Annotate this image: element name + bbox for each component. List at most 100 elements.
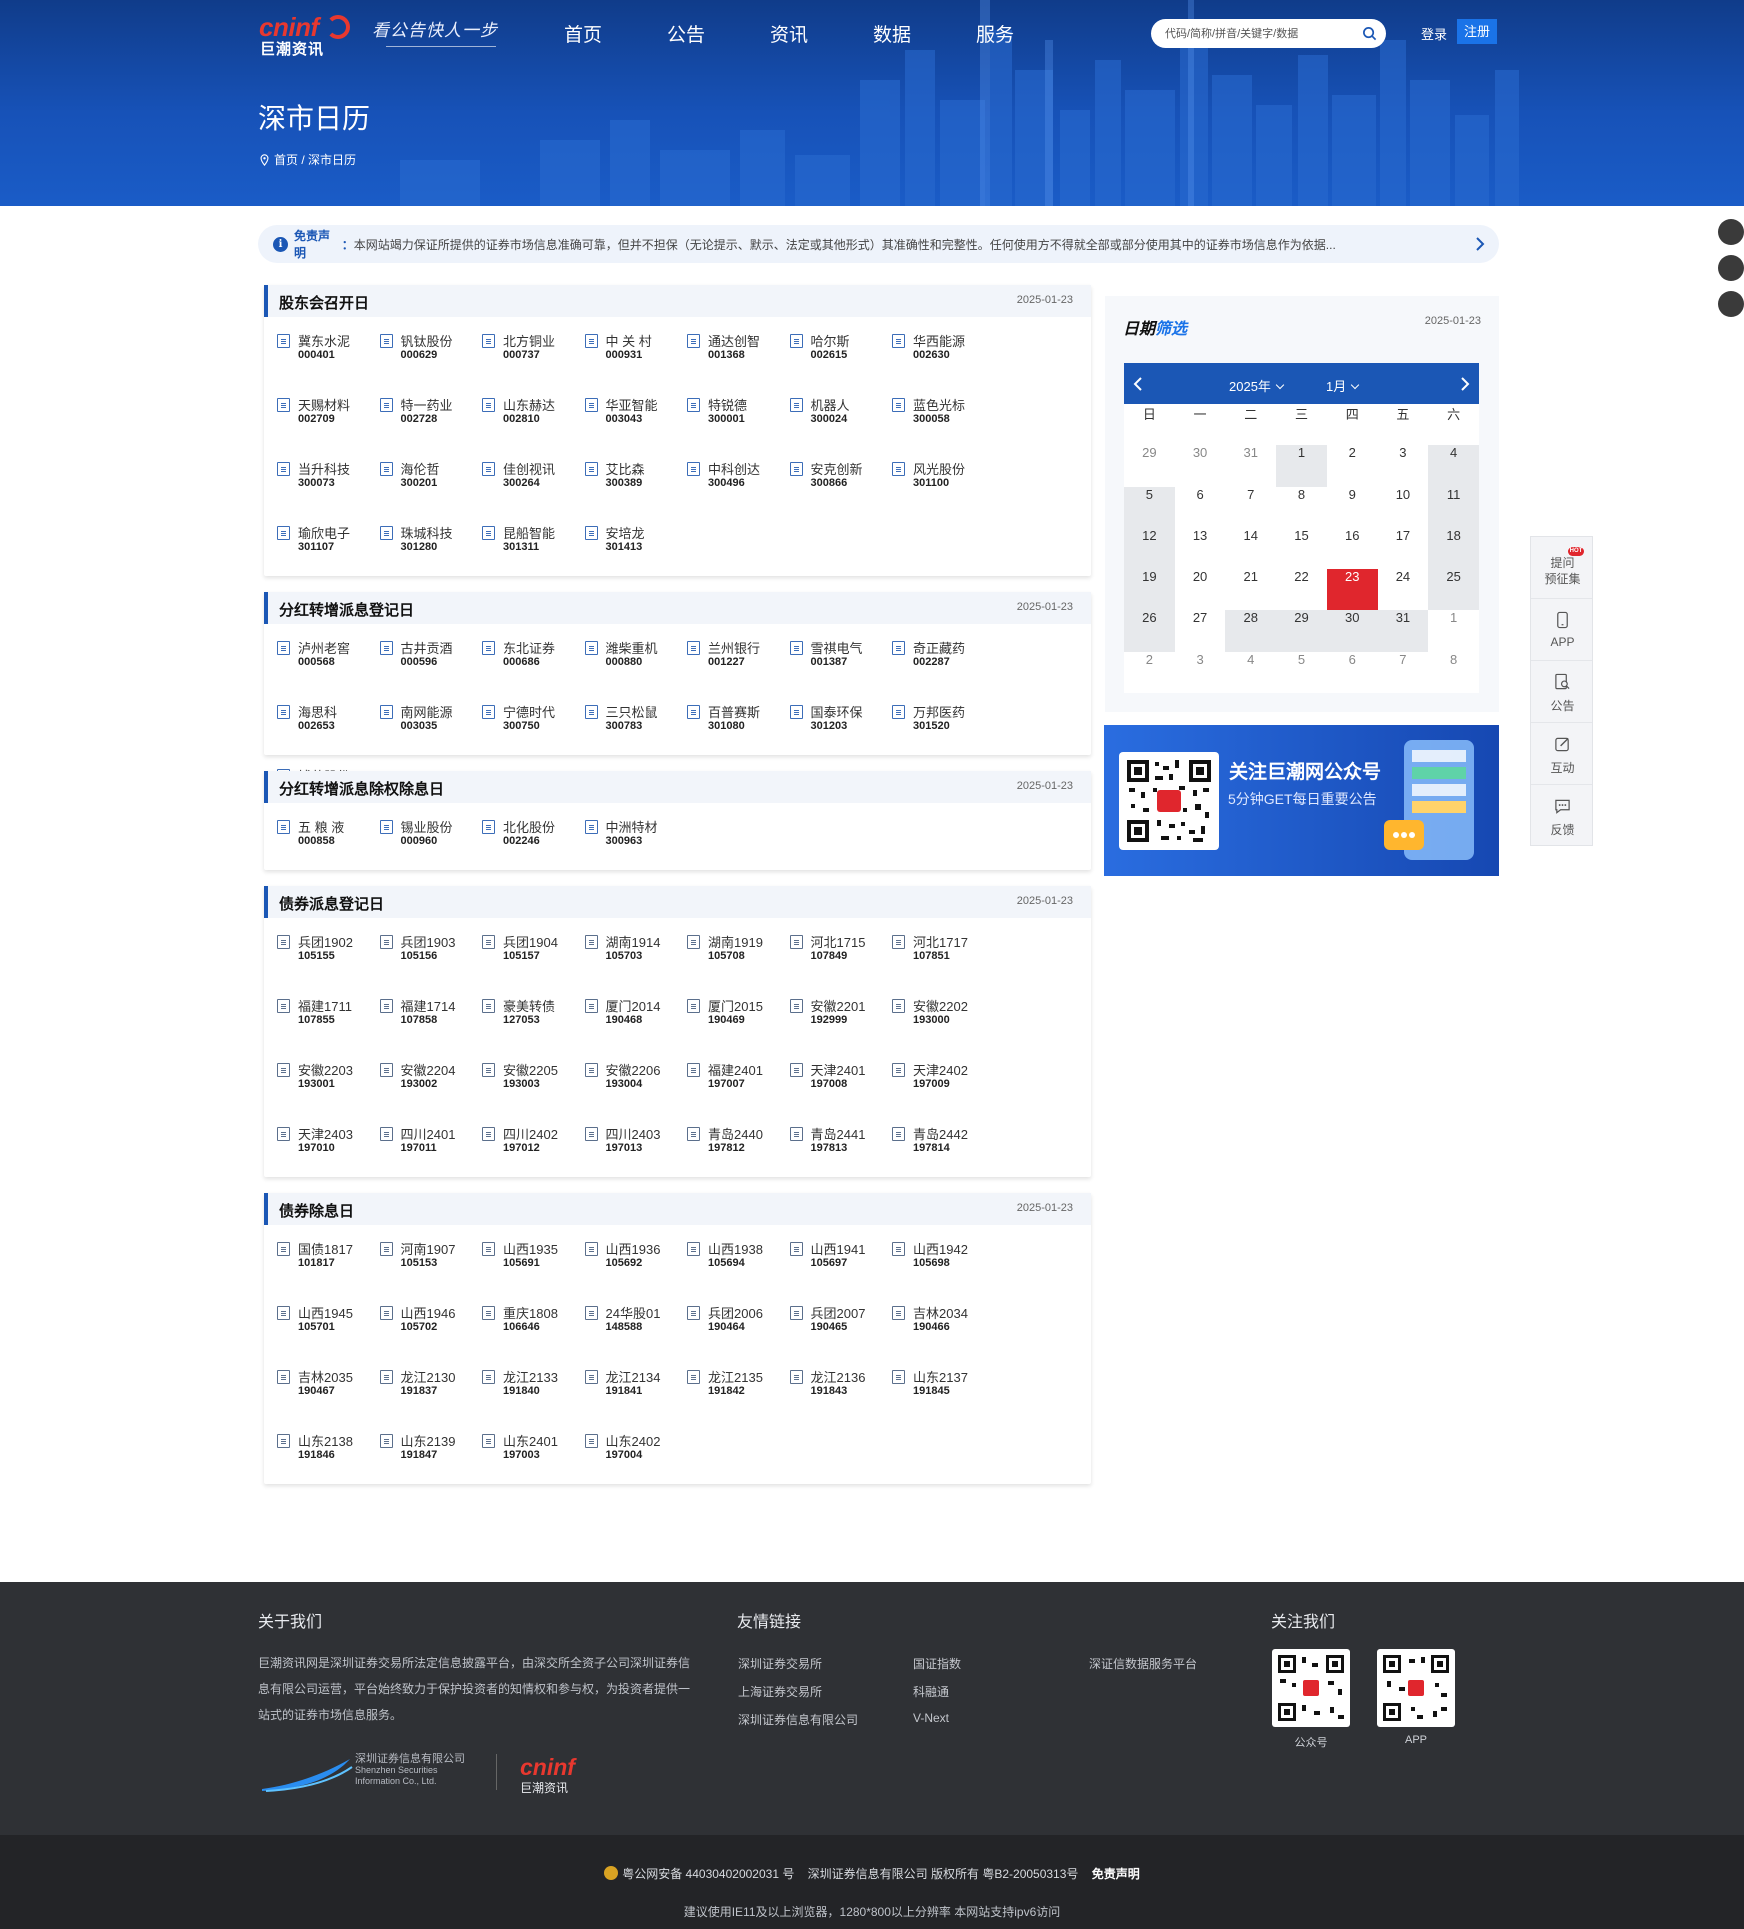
search-icon[interactable]	[1362, 26, 1377, 41]
security-item[interactable]: 重庆1808 106646	[482, 1302, 585, 1366]
security-item[interactable]: 山西1935 105691	[482, 1238, 585, 1302]
security-item[interactable]: 龙江2130 191837	[379, 1366, 483, 1430]
security-item[interactable]: 中科创达 300496	[687, 458, 790, 522]
security-item[interactable]: 山西1946 105702	[379, 1302, 483, 1366]
security-item[interactable]: 兵团1903 105156	[379, 931, 483, 995]
calendar-day[interactable]: 24	[1378, 569, 1429, 610]
calendar-day[interactable]: 29	[1124, 445, 1175, 486]
link-sz-info[interactable]: 深圳证券信息有限公司	[738, 1711, 858, 1728]
security-item[interactable]: 海伦哲 300201	[379, 458, 483, 522]
security-item[interactable]: 中洲特材 300963	[584, 816, 688, 880]
calendar-day[interactable]: 4	[1428, 445, 1479, 487]
calendar-day[interactable]: 11	[1428, 486, 1479, 528]
security-item[interactable]: 兵团2006 190464	[687, 1302, 790, 1366]
security-item[interactable]: 艾比森 300389	[584, 458, 688, 522]
security-item[interactable]: 安徽2201 192999	[789, 995, 893, 1059]
link-sse[interactable]: 上海证券交易所	[738, 1683, 822, 1700]
security-item[interactable]: 兵团1904 105157	[482, 931, 585, 995]
calendar-day[interactable]: 28	[1225, 610, 1277, 652]
document-tool-icon[interactable]	[1718, 219, 1744, 245]
calendar-day[interactable]: 8	[1428, 652, 1479, 693]
nav-data[interactable]: 数据	[873, 20, 976, 47]
calendar-day[interactable]: 13	[1175, 528, 1226, 569]
security-item[interactable]: 哈尔斯 002615	[789, 330, 893, 394]
security-item[interactable]: 山东2139 191847	[379, 1430, 483, 1494]
security-item[interactable]: 福建1714 107858	[379, 995, 483, 1059]
login-link[interactable]: 登录	[1421, 24, 1447, 43]
calendar-day[interactable]: 21	[1225, 569, 1276, 610]
link-szse[interactable]: 深圳证券交易所	[738, 1655, 822, 1672]
nav-services[interactable]: 服务	[976, 20, 1079, 47]
chevron-right-icon[interactable]	[1475, 236, 1485, 252]
security-item[interactable]: 湖南1914 105703	[584, 931, 688, 995]
calendar-day[interactable]: 4	[1225, 652, 1276, 693]
security-item[interactable]: 安徽2203 193001	[277, 1059, 380, 1123]
float-app[interactable]: APP	[1531, 599, 1592, 661]
security-item[interactable]: 佳创视讯 300264	[482, 458, 585, 522]
security-item[interactable]: 三只松鼠 300783	[584, 701, 688, 765]
link-cnindex[interactable]: 国证指数	[913, 1655, 961, 1672]
calendar-day[interactable]: 3	[1378, 445, 1429, 486]
security-item[interactable]: 天津2403 197010	[277, 1123, 380, 1187]
security-item[interactable]: 蓝色光标 300058	[892, 394, 995, 458]
security-item[interactable]: 天津2401 197008	[789, 1059, 893, 1123]
security-item[interactable]: 机器人 300024	[789, 394, 893, 458]
security-item[interactable]: 山东2402 197004	[584, 1430, 688, 1494]
calendar-day[interactable]: 16	[1327, 528, 1378, 569]
calendar-day[interactable]: 23	[1326, 569, 1378, 611]
chevron-left-icon[interactable]	[1132, 375, 1144, 393]
calendar-day[interactable]: 26	[1124, 610, 1175, 652]
calendar-day[interactable]: 27	[1175, 610, 1226, 651]
calendar-day[interactable]: 14	[1225, 528, 1276, 569]
security-item[interactable]: 冀东水泥 000401	[277, 330, 380, 394]
security-item[interactable]: 安徽2202 193000	[892, 995, 995, 1059]
security-item[interactable]: 风光股份 301100	[892, 458, 995, 522]
calendar-day[interactable]: 2	[1327, 445, 1378, 486]
security-item[interactable]: 天赐材料 002709	[277, 394, 380, 458]
calendar-day[interactable]: 29	[1276, 610, 1327, 652]
calendar-day[interactable]: 15	[1276, 528, 1327, 569]
security-item[interactable]: 兰州银行 001227	[687, 637, 790, 701]
security-item[interactable]: 南网能源 003035	[379, 701, 483, 765]
security-item[interactable]: 天津2402 197009	[892, 1059, 995, 1123]
security-item[interactable]: 海思科 002653	[277, 701, 380, 765]
calendar-day[interactable]: 20	[1175, 569, 1226, 610]
calendar-day[interactable]: 25	[1428, 569, 1479, 611]
security-item[interactable]: 钒钛股份 000629	[379, 330, 483, 394]
security-item[interactable]: 国债1817 101817	[277, 1238, 380, 1302]
security-item[interactable]: 古井贡酒 000596	[379, 637, 483, 701]
security-item[interactable]: 昆船智能 301311	[482, 522, 585, 586]
icp-record[interactable]: 粤公网安备 44030402002031 号	[622, 1867, 794, 1881]
wechat-follow-banner[interactable]: 关注巨潮网公众号 5分钟GET每日重要公告	[1104, 725, 1499, 876]
nav-news[interactable]: 资讯	[770, 20, 873, 47]
security-item[interactable]: 山西1936 105692	[584, 1238, 688, 1302]
link-kerongtong[interactable]: 科融通	[913, 1683, 949, 1700]
security-item[interactable]: 锡业股份 000960	[379, 816, 483, 880]
security-item[interactable]: 山西1945 105701	[277, 1302, 380, 1366]
nav-announcements[interactable]: 公告	[667, 20, 770, 47]
security-item[interactable]: 龙江2133 191840	[482, 1366, 585, 1430]
security-item[interactable]: 安徽2206 193004	[584, 1059, 688, 1123]
float-interaction[interactable]: 互动	[1531, 723, 1592, 785]
calendar-day[interactable]: 5	[1276, 652, 1327, 693]
float-question-collect[interactable]: HOT 提问 预征集	[1531, 537, 1592, 599]
calendar-day[interactable]: 18	[1428, 527, 1479, 570]
security-item[interactable]: 万邦医药 301520	[892, 701, 995, 765]
cninf-logo[interactable]: cninf 巨潮资讯	[259, 12, 354, 58]
calendar-day[interactable]: 30	[1326, 610, 1378, 652]
security-item[interactable]: 瑜欣电子 301107	[277, 522, 380, 586]
security-item[interactable]: 厦门2015 190469	[687, 995, 790, 1059]
security-item[interactable]: 兵团2007 190465	[789, 1302, 893, 1366]
calendar-day[interactable]: 19	[1124, 569, 1175, 611]
security-item[interactable]: 24华股01 148588	[584, 1302, 688, 1366]
security-item[interactable]: 珠城科技 301280	[379, 522, 483, 586]
security-item[interactable]: 龙江2134 191841	[584, 1366, 688, 1430]
float-feedback[interactable]: 反馈	[1531, 785, 1592, 847]
float-announcements[interactable]: 公告	[1531, 661, 1592, 723]
translate-icon[interactable]	[1718, 291, 1744, 317]
security-item[interactable]: 宁德时代 300750	[482, 701, 585, 765]
search-input[interactable]	[1165, 24, 1355, 43]
link-data-platform[interactable]: 深证信数据服务平台	[1089, 1655, 1197, 1672]
security-item[interactable]: 潍柴重机 000880	[584, 637, 688, 701]
security-item[interactable]: 河南1907 105153	[379, 1238, 483, 1302]
